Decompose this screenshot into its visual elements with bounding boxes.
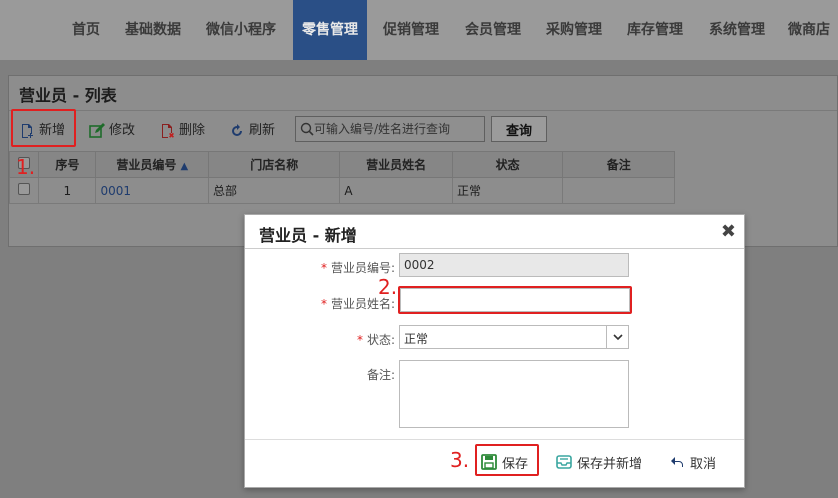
nav-basic-data[interactable]: 基础数据 (116, 0, 190, 60)
nav-inventory[interactable]: 库存管理 (618, 0, 692, 60)
list-title: 营业员 - 列表 (19, 86, 117, 105)
code-field-label-text: 营业员编号: (330, 261, 395, 275)
sort-ascending-icon: ▲ (180, 161, 189, 172)
row-index: 1 (38, 177, 97, 204)
undo-icon (671, 457, 683, 467)
code-field-label: * 营业员编号: (320, 261, 395, 275)
step-1-label: 1. (16, 155, 36, 179)
refresh-button-label: 刷新 (249, 123, 276, 138)
name-field-label-text: 营业员姓名: (330, 297, 395, 311)
status-select-value: 正常 (404, 332, 429, 346)
remark-field-label: 备注: (245, 366, 395, 383)
remark-field-label-text: 备注: (366, 368, 395, 382)
highlight-name-field (398, 286, 632, 314)
column-header-index[interactable]: 序号 (38, 151, 97, 178)
delete-button[interactable]: 删除 (159, 119, 205, 143)
dialog-title: 营业员 - 新增 (259, 226, 357, 245)
salesperson-table: 序号 营业员编号 ▲ 门店名称 营业员姓名 状态 备注 1 0001 总部 A … (8, 151, 675, 204)
dialog-footer: 3. 保存 保存并新增 取消 (245, 439, 744, 489)
search-icon (300, 122, 314, 136)
save-and-new-button[interactable]: 保存并新增 (556, 450, 642, 474)
status-select[interactable]: 正常 (399, 325, 629, 349)
column-header-status[interactable]: 状态 (451, 151, 564, 178)
column-header-code[interactable]: 营业员编号 ▲ (95, 151, 210, 178)
status-field-label-text: 状态: (366, 333, 395, 347)
row-store: 总部 (208, 177, 341, 204)
nav-member[interactable]: 会员管理 (456, 0, 530, 60)
add-salesperson-dialog: 营业员 - 新增 ✖ *营业员编号: 2. *营业员姓名: *状态: 正常 备注… (244, 214, 745, 488)
row-remark (562, 177, 675, 204)
column-header-remark[interactable]: 备注 (562, 151, 675, 178)
column-header-code-label: 营业员编号 (116, 158, 177, 172)
status-field-label: * 状态: (356, 333, 395, 347)
column-header-name[interactable]: 营业员姓名 (339, 151, 453, 178)
edit-button[interactable]: 修改 (89, 119, 135, 143)
nav-retail-management[interactable]: 零售管理 (293, 0, 367, 60)
chevron-down-icon[interactable] (606, 326, 628, 348)
table-header-row: 序号 营业员编号 ▲ 门店名称 营业员姓名 状态 备注 (8, 151, 675, 178)
query-button[interactable]: 查询 (491, 116, 547, 142)
row-name: A (339, 177, 453, 204)
remark-textarea[interactable] (399, 360, 629, 428)
cancel-button[interactable]: 取消 (669, 450, 716, 474)
cancel-button-label: 取消 (690, 456, 717, 472)
delete-document-icon (162, 124, 174, 138)
nav-wechat-miniprogram[interactable]: 微信小程序 (196, 0, 286, 60)
close-icon[interactable]: ✖ (721, 221, 736, 242)
refresh-button[interactable]: 刷新 (229, 119, 275, 143)
highlight-save-button (475, 444, 539, 476)
save-and-new-button-label: 保存并新增 (577, 456, 643, 472)
row-checkbox[interactable] (18, 183, 31, 195)
nav-home[interactable]: 首页 (60, 0, 112, 60)
row-select-cell (8, 177, 40, 204)
nav-promotion[interactable]: 促销管理 (374, 0, 448, 60)
top-nav: 首页 基础数据 微信小程序 零售管理 促销管理 会员管理 采购管理 库存管理 系… (0, 0, 838, 60)
dialog-header: 营业员 - 新增 ✖ (245, 215, 744, 249)
code-field (399, 253, 629, 277)
row-status: 正常 (451, 177, 564, 204)
search-input[interactable] (314, 122, 474, 136)
row-code[interactable]: 0001 (95, 177, 210, 204)
name-field-label: * 营业员姓名: (320, 297, 395, 311)
column-header-store[interactable]: 门店名称 (208, 151, 341, 178)
nav-purchase[interactable]: 采购管理 (537, 0, 611, 60)
edit-icon (89, 123, 105, 138)
table-row[interactable]: 1 0001 总部 A 正常 (8, 177, 675, 204)
highlight-add-button (11, 109, 76, 147)
list-toolbar: 新增 修改 删除 刷新 查询 (9, 110, 837, 148)
edit-button-label: 修改 (109, 123, 136, 138)
step-3-label: 3. (450, 448, 470, 472)
delete-button-label: 删除 (179, 123, 206, 138)
nav-system[interactable]: 系统管理 (700, 0, 774, 60)
refresh-icon (232, 124, 242, 136)
inbox-icon (556, 455, 572, 469)
nav-micro-store[interactable]: 微商店 (782, 0, 838, 60)
search-box (295, 116, 485, 142)
